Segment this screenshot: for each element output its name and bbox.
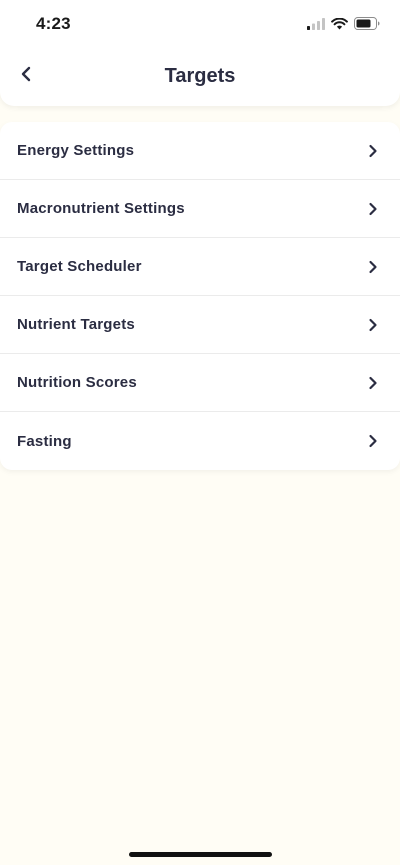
menu-item-nutrition-scores[interactable]: Nutrition Scores [0, 354, 400, 412]
menu-item-target-scheduler[interactable]: Target Scheduler [0, 238, 400, 296]
top-bar: 4:23 Targets [0, 0, 400, 106]
menu-item-label: Macronutrient Settings [17, 200, 185, 217]
menu-item-label: Fasting [17, 432, 72, 450]
chevron-right-icon [368, 202, 378, 216]
chevron-right-icon [368, 260, 378, 274]
status-bar: 4:23 [0, 0, 400, 52]
chevron-right-icon [368, 318, 378, 332]
chevron-right-icon [368, 144, 378, 158]
status-icons [307, 17, 380, 35]
battery-icon [354, 17, 380, 35]
menu-item-fasting[interactable]: Fasting [0, 412, 400, 470]
status-time: 4:23 [36, 14, 71, 33]
cellular-signal-icon [307, 17, 325, 35]
menu-item-label: Nutrient Targets [17, 316, 135, 333]
menu-item-macronutrient-settings[interactable]: Macronutrient Settings [0, 180, 400, 238]
home-indicator[interactable] [129, 852, 272, 857]
chevron-right-icon [368, 434, 378, 448]
chevron-right-icon [368, 376, 378, 390]
page-title: Targets [164, 65, 236, 87]
wifi-icon [331, 17, 348, 35]
menu-item-label: Nutrition Scores [17, 374, 137, 391]
menu-item-energy-settings[interactable]: Energy Settings [0, 122, 400, 180]
menu-item-label: Target Scheduler [17, 258, 142, 275]
menu-item-label: Energy Settings [17, 142, 135, 159]
navigation-header: Targets [0, 52, 400, 106]
menu-item-nutrient-targets[interactable]: Nutrient Targets [0, 296, 400, 354]
targets-menu: Energy Settings Macronutrient Settings T… [0, 122, 400, 470]
